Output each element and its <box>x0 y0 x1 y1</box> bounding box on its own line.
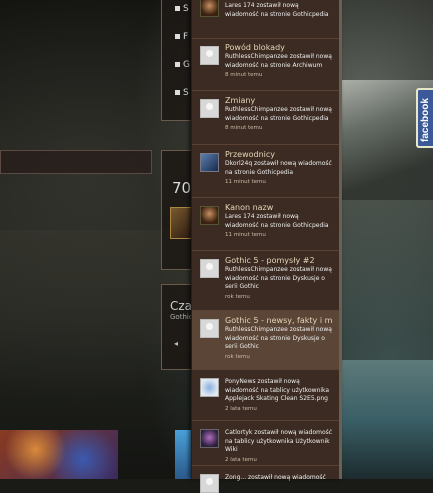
activity-description: PonyNews zostawił nową wiadomość na tabl… <box>225 378 330 402</box>
user-avatar[interactable] <box>200 259 219 278</box>
activity-time: 11 minut temu <box>225 179 266 185</box>
photo-count: 70 <box>172 179 192 197</box>
photos-card: 70 <box>161 150 195 270</box>
activity-item-highlighted[interactable]: Gothic 5 - newsy, fakty i mity RuthlessC… <box>192 311 339 370</box>
chat-subtitle: Gothic <box>170 313 193 321</box>
facebook-tab[interactable]: facebook <box>416 88 433 148</box>
activity-item[interactable]: Zmiany RuthlessChimpanzee zostawił nową … <box>192 91 339 145</box>
user-avatar[interactable] <box>200 474 219 493</box>
featured-image-2[interactable] <box>175 430 192 479</box>
facebook-label: facebook <box>420 98 431 142</box>
activity-title[interactable]: Gothic 5 - pomysły #2 <box>225 255 333 266</box>
featured-image[interactable] <box>0 430 118 479</box>
chevron-left-icon[interactable]: ◂ <box>162 321 194 348</box>
recent-page-item[interactable]: F <box>162 28 194 56</box>
activity-item[interactable]: PonyNews zostawił nową wiadomość na tabl… <box>192 370 339 421</box>
activity-item[interactable]: Lares 174 zostawił nową wiadomość na str… <box>192 0 339 39</box>
activity-time: 2 lata temu <box>225 456 257 463</box>
activity-description: Lares 174 zostawił nową wiadomość na str… <box>225 213 329 229</box>
activity-item[interactable]: Kanon nazw Lares 174 zostawił nową wiado… <box>192 198 339 251</box>
activity-item[interactable]: Przewodnicy Dkorl24q zostawił nową wiado… <box>192 145 339 198</box>
user-avatar[interactable] <box>200 206 219 225</box>
user-avatar[interactable] <box>200 46 219 65</box>
activity-title[interactable]: Kanon nazw <box>225 202 333 213</box>
user-avatar[interactable] <box>200 319 219 338</box>
activity-description: Zong... zostawił nową wiadomość <box>225 474 326 481</box>
activity-description: RuthlessChimpanzee zostawił nową wiadomo… <box>225 326 332 350</box>
recent-pages-card: S F G S <box>161 0 195 121</box>
recent-page-item[interactable]: G <box>162 56 194 84</box>
left-panel-bar <box>0 150 152 174</box>
user-avatar[interactable] <box>200 99 219 118</box>
activity-title[interactable]: Powód blokady <box>225 42 333 53</box>
chat-card: Cza Gothic ◂ <box>161 284 195 370</box>
activity-item[interactable]: Zong... zostawił nową wiadomość <box>192 466 339 493</box>
activity-description: RuthlessChimpanzee zostawił nową wiadomo… <box>225 266 332 290</box>
activity-description: Lares 174 zostawił nową wiadomość na str… <box>225 2 329 18</box>
waterfall-backdrop <box>338 360 433 479</box>
activity-title[interactable]: Przewodnicy <box>225 149 333 160</box>
activity-description: RuthlessChimpanzee zostawił nową wiadomo… <box>225 53 332 69</box>
activity-dropdown: Lares 174 zostawił nową wiadomość na str… <box>191 0 342 493</box>
user-avatar[interactable] <box>200 153 219 172</box>
activity-time: rok temu <box>225 293 250 300</box>
user-avatar[interactable] <box>200 0 219 17</box>
activity-time: 2 lata temu <box>225 405 257 412</box>
user-avatar[interactable] <box>200 429 219 448</box>
activity-title[interactable]: Gothic 5 - newsy, fakty i mity <box>225 315 333 326</box>
activity-time: 11 minut temu <box>225 232 266 238</box>
activity-item[interactable]: Powód blokady RuthlessChimpanzee zostawi… <box>192 38 339 91</box>
activity-time: rok temu <box>225 353 250 360</box>
activity-item[interactable]: Gothic 5 - pomysły #2 RuthlessChimpanzee… <box>192 251 339 311</box>
activity-description: RuthlessChimpanzee zostawił nową wiadomo… <box>225 106 332 122</box>
chat-title: Cza <box>170 299 193 313</box>
recent-page-item[interactable]: S <box>162 0 194 28</box>
recent-page-item[interactable]: S <box>162 84 194 112</box>
activity-title[interactable]: Zmiany <box>225 95 333 106</box>
activity-description: Dkorl24q zostawił nową wiadomość na stro… <box>225 160 332 176</box>
activity-time: 8 minut temu <box>225 125 263 131</box>
activity-time: 8 minut temu <box>225 72 263 78</box>
activity-description: Catlortyk zostawił nową wiadomość na tab… <box>225 429 333 453</box>
activity-item[interactable]: Catlortyk zostawił nową wiadomość na tab… <box>192 421 339 466</box>
user-avatar[interactable] <box>200 378 219 397</box>
